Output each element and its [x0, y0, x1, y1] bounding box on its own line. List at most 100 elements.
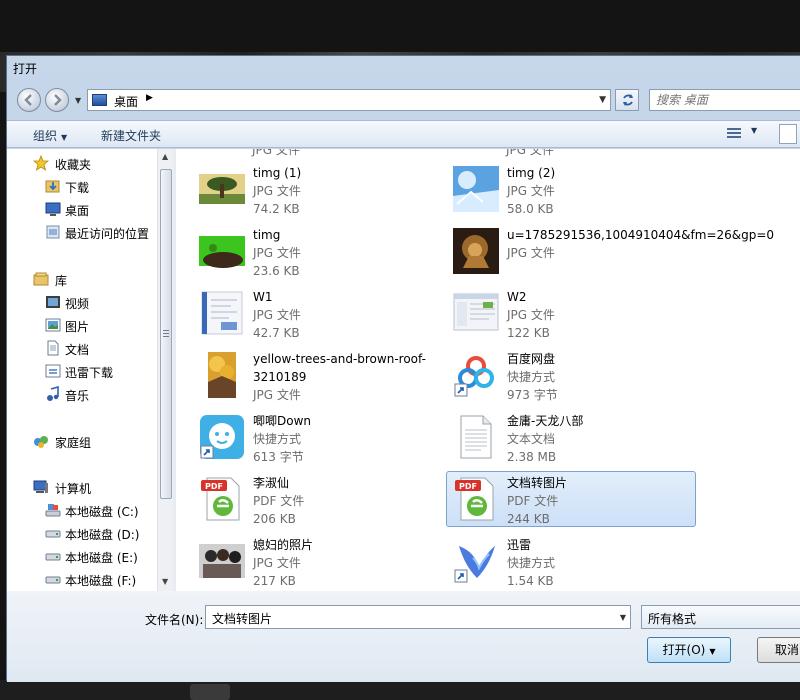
file-name: 迅雷 — [507, 538, 532, 552]
sidebar-item-label: 桌面 — [65, 204, 90, 218]
cancel-button[interactable]: 取消 — [757, 637, 800, 663]
sidebar-item-pictures[interactable]: 图片 — [7, 315, 157, 335]
organize-caret-icon: ▼ — [61, 133, 68, 142]
file-item[interactable]: 百度网盘 快捷方式 973 字节 — [446, 347, 696, 403]
desktop-bottom-strip — [0, 680, 800, 700]
open-button[interactable]: 打开(O) ▼ — [647, 637, 731, 663]
file-name: 文档转图片 — [507, 476, 568, 490]
open-button-label: 打开(O) — [662, 643, 706, 657]
sidebar-item-videos[interactable]: 视频 — [7, 292, 157, 312]
jijidown-icon — [200, 415, 244, 459]
sidebar-item-drive-f[interactable]: 本地磁盘 (F:) — [7, 569, 157, 589]
file-item[interactable]: W1 JPG 文件 42.7 KB — [192, 285, 442, 341]
partial-file-type: JPG 文件 — [252, 149, 300, 157]
file-name: 媳妇的照片 — [253, 538, 314, 552]
file-type: 快捷方式 — [507, 370, 556, 384]
desktop-blurred-figure — [190, 684, 230, 700]
file-item[interactable]: timg (2) JPG 文件 58.0 KB — [446, 161, 696, 217]
file-type: JPG 文件 — [253, 388, 301, 402]
file-item[interactable]: W2 JPG 文件 122 KB — [446, 285, 696, 341]
file-size: 973 字节 — [507, 388, 558, 402]
sidebar-item-music[interactable]: 音乐 — [7, 384, 157, 404]
file-type-select[interactable]: 所有格式 — [641, 605, 800, 629]
recent-locations-dropdown-icon[interactable]: ▼ — [75, 96, 81, 105]
file-size: 23.6 KB — [253, 264, 300, 278]
dialog-titlebar[interactable]: 打开 — [7, 56, 800, 82]
library-icon — [33, 272, 49, 286]
command-toolbar: 组织 ▼ 新建文件夹 ▼ — [7, 120, 800, 148]
back-button[interactable] — [17, 88, 41, 112]
sidebar-item-drive-c[interactable]: 本地磁盘 (C:) — [7, 500, 157, 520]
desktop-icon — [45, 202, 61, 216]
sidebar-item-xunlei-downloads[interactable]: 迅雷下载 — [7, 361, 157, 381]
file-item[interactable]: 唧唧Down 快捷方式 613 字节 — [192, 409, 442, 465]
scrollbar-thumb[interactable] — [160, 169, 172, 499]
sidebar-item-downloads[interactable]: 下载 — [7, 176, 157, 196]
file-size: 217 KB — [253, 574, 296, 588]
file-type: 文本文档 — [507, 432, 556, 446]
file-type-value: 所有格式 — [648, 612, 697, 626]
file-item[interactable]: timg JPG 文件 23.6 KB — [192, 223, 442, 279]
file-size: 74.2 KB — [253, 202, 300, 216]
address-bar[interactable]: 桌面 ▶ ▼ — [87, 89, 611, 111]
file-item[interactable]: PDF 李淑仙 PDF 文件 206 KB — [192, 471, 442, 527]
file-name: timg — [253, 228, 281, 242]
filename-field[interactable]: 文档转图片 ▼ — [205, 605, 631, 629]
address-dropdown-icon[interactable]: ▼ — [599, 95, 606, 105]
sidebar-item-drive-e[interactable]: 本地磁盘 (E:) — [7, 546, 157, 566]
open-options-caret-icon[interactable]: ▼ — [709, 647, 715, 656]
help-button[interactable] — [779, 124, 797, 144]
screenshot-photo-thumb — [453, 293, 499, 331]
breadcrumb-chevron-icon[interactable]: ▶ — [146, 93, 153, 103]
pdf-icon: PDF — [201, 477, 240, 521]
pictures-library-icon — [45, 318, 61, 332]
navigation-pane: 收藏夹 下载 桌面 最近访问的位置 库 视频 图片 文档 迅雷下载 音乐 家庭组… — [7, 149, 157, 591]
file-size: 42.7 KB — [253, 326, 300, 340]
refresh-button[interactable] — [615, 89, 639, 111]
forward-button[interactable] — [45, 88, 69, 112]
organize-button[interactable]: 组织 ▼ — [33, 127, 67, 144]
file-item[interactable]: 金庸-天龙八部 文本文档 2.38 MB — [446, 409, 696, 465]
svg-text:PDF: PDF — [205, 482, 223, 491]
new-folder-button[interactable]: 新建文件夹 — [101, 127, 161, 144]
organize-label: 组织 — [33, 129, 58, 143]
file-item[interactable]: timg (1) JPG 文件 74.2 KB — [192, 161, 442, 217]
file-item[interactable]: u=1785291536,1004910404&fm=26&gp=0 JPG 文件 — [446, 223, 774, 279]
breadcrumb-desktop[interactable]: 桌面 — [114, 93, 138, 110]
change-view-button[interactable]: ▼ — [725, 125, 765, 143]
sidebar-computer-label: 计算机 — [55, 482, 92, 496]
sidebar-favorites[interactable]: 收藏夹 — [7, 153, 157, 173]
scroll-up-icon[interactable]: ▲ — [162, 152, 168, 161]
sidebar-item-label: 最近访问的位置 — [65, 227, 150, 241]
sidebar-item-recent[interactable]: 最近访问的位置 — [7, 222, 157, 242]
file-size: 122 KB — [507, 326, 550, 340]
sidebar-item-drive-d[interactable]: 本地磁盘 (D:) — [7, 523, 157, 543]
navigation-pane-scrollbar[interactable]: ▲ ▼ — [157, 149, 173, 591]
search-input[interactable] — [650, 90, 800, 110]
sidebar-computer[interactable]: 计算机 — [7, 477, 157, 497]
scroll-down-icon[interactable]: ▼ — [162, 577, 168, 586]
search-box[interactable] — [649, 89, 800, 111]
sidebar-item-documents[interactable]: 文档 — [7, 338, 157, 358]
people-photo-thumb — [199, 544, 245, 578]
text-document-icon — [460, 415, 492, 459]
file-name: W2 — [507, 290, 527, 304]
file-item[interactable]: 媳妇的照片 JPG 文件 217 KB — [192, 533, 442, 589]
xunlei-downloads-icon — [45, 364, 61, 378]
sidebar-homegroup-label: 家庭组 — [55, 436, 92, 450]
file-item-selected[interactable]: PDF 文档转图片 PDF 文件 244 KB — [446, 471, 696, 527]
sidebar-item-desktop[interactable]: 桌面 — [7, 199, 157, 219]
sidebar-homegroup[interactable]: 家庭组 — [7, 431, 157, 451]
system-drive-icon — [45, 504, 61, 517]
filename-value[interactable]: 文档转图片 — [212, 610, 272, 627]
file-size: 206 KB — [253, 512, 296, 526]
file-name: timg (2) — [507, 166, 556, 180]
filename-dropdown-icon[interactable]: ▼ — [620, 613, 626, 622]
homegroup-icon — [34, 436, 48, 448]
file-item[interactable]: 迅雷 快捷方式 1.54 KB — [446, 533, 696, 589]
file-item[interactable]: yellow-trees-and-brown-roof-3210189 JPG 文… — [192, 347, 442, 403]
file-type: 快捷方式 — [507, 556, 556, 570]
file-name: 唧唧Down — [253, 414, 312, 428]
hard-drive-icon — [45, 553, 61, 561]
sidebar-libraries[interactable]: 库 — [7, 269, 157, 289]
